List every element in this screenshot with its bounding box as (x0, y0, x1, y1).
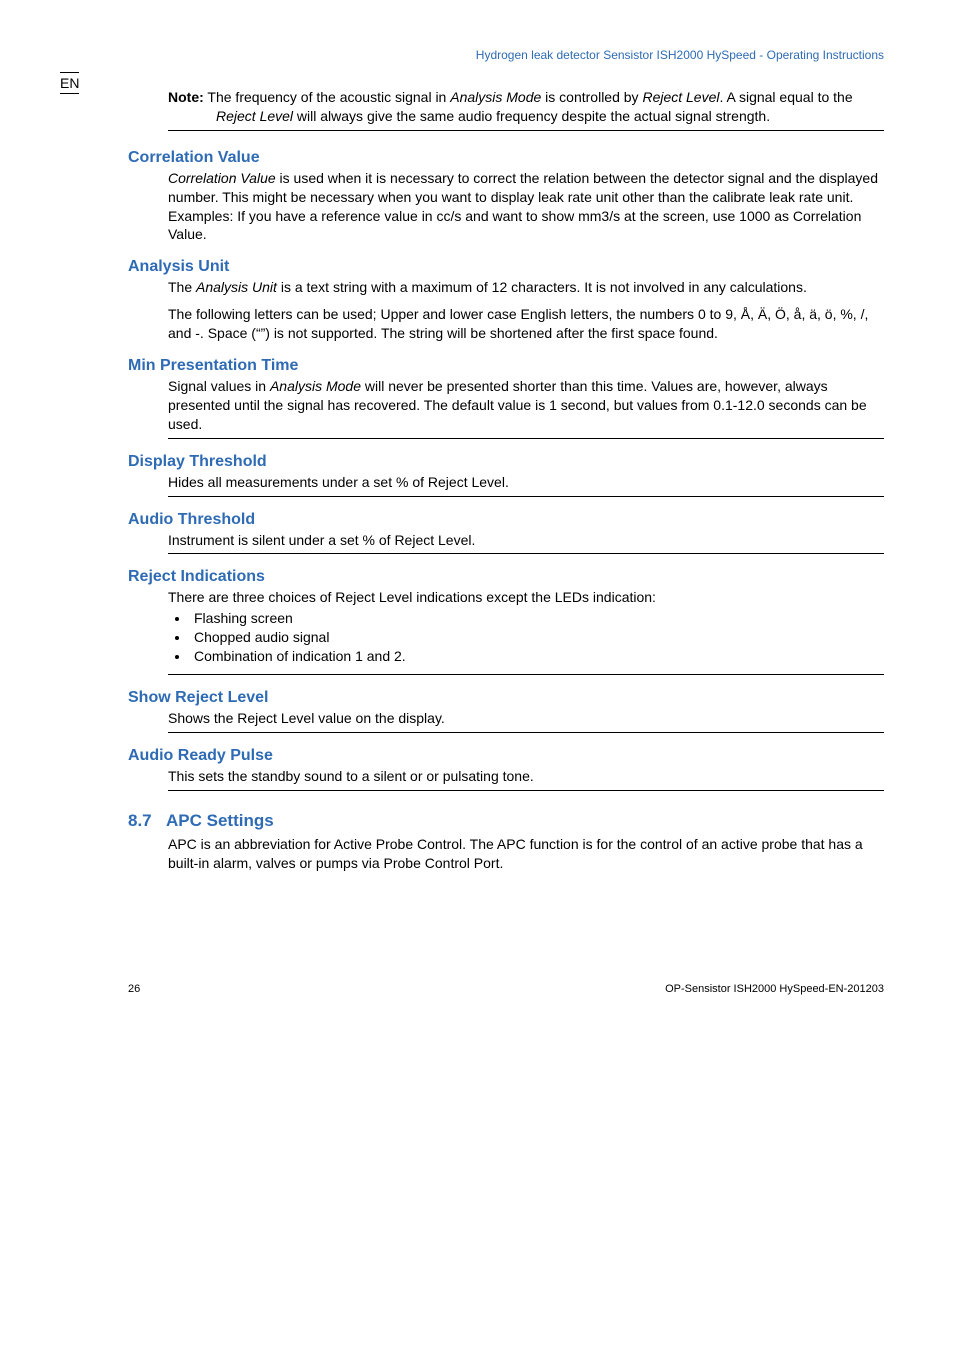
doc-code: OP-Sensistor ISH2000 HySpeed-EN-201203 (665, 983, 884, 995)
section-body-audio-ready: This sets the standby sound to a silent … (168, 767, 884, 791)
list-item: Chopped audio signal (190, 628, 884, 647)
section-body-audio-threshold: Instrument is silent under a set % of Re… (168, 531, 884, 555)
section-title-display-threshold: Display Threshold (128, 453, 884, 471)
section-body-apc: APC is an abbreviation for Active Probe … (168, 835, 884, 873)
mp-term: Analysis Mode (270, 378, 361, 394)
note-block: Note: The frequency of the acoustic sign… (168, 88, 884, 131)
section-body-min-presentation: Signal values in Analysis Mode will neve… (168, 377, 884, 439)
section-body-reject-indications: There are three choices of Reject Level … (168, 588, 884, 675)
section-title-min-presentation: Min Presentation Time (128, 357, 884, 375)
section-body-show-reject: Shows the Reject Level value on the disp… (168, 709, 884, 733)
note-label: Note: (168, 89, 204, 105)
note-text-b: is controlled by (541, 89, 642, 105)
language-label: EN (60, 72, 79, 94)
ri-intro: There are three choices of Reject Level … (168, 588, 884, 607)
au-p1b: is a text string with a maximum of 12 ch… (277, 279, 807, 295)
section-title-audio-threshold: Audio Threshold (128, 511, 884, 529)
footer: 26 OP-Sensistor ISH2000 HySpeed-EN-20120… (128, 983, 884, 995)
note-level2: Reject Level (216, 108, 293, 124)
section-body-display-threshold: Hides all measurements under a set % of … (168, 473, 884, 497)
section-title-analysis-unit: Analysis Unit (128, 258, 884, 276)
list-item: Combination of indication 1 and 2. (190, 647, 884, 666)
note-text-a: The frequency of the acoustic signal in (204, 89, 450, 105)
section-body-analysis-unit: The Analysis Unit is a text string with … (168, 278, 884, 343)
note-mode: Analysis Mode (450, 89, 541, 105)
list-item: Flashing screen (190, 609, 884, 628)
page-number: 26 (128, 983, 140, 995)
au-p2: The following letters can be used; Upper… (168, 305, 884, 343)
correlation-term: Correlation Value (168, 170, 276, 186)
au-p1a: The (168, 279, 196, 295)
note-text-c: . A signal equal to the (720, 89, 853, 105)
section-body-correlation: Correlation Value is used when it is nec… (168, 169, 884, 245)
note-level1: Reject Level (642, 89, 719, 105)
note-text-d: will always give the same audio frequenc… (293, 108, 770, 124)
section-title-audio-ready: Audio Ready Pulse (128, 747, 884, 765)
section-title-correlation: Correlation Value (128, 149, 884, 167)
mp-a: Signal values in (168, 378, 270, 394)
au-term: Analysis Unit (196, 279, 277, 295)
section-title-show-reject: Show Reject Level (128, 689, 884, 707)
header-line: Hydrogen leak detector Sensistor ISH2000… (128, 48, 884, 62)
section-title-apc: 8.7APC Settings (128, 811, 884, 831)
section-title-reject-indications: Reject Indications (128, 568, 884, 586)
apc-num: 8.7 (128, 811, 166, 831)
apc-title: APC Settings (166, 811, 274, 830)
